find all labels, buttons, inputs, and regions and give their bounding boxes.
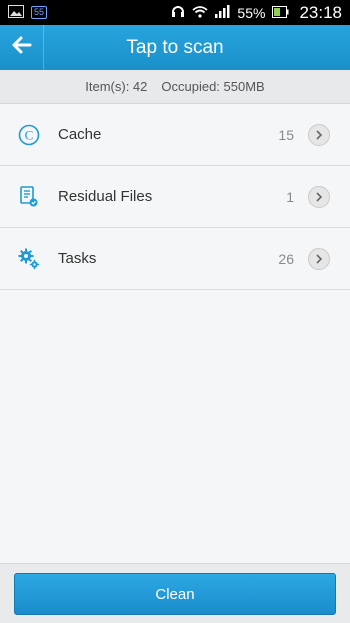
list-item-label: Residual Files (58, 188, 153, 205)
scan-category-list: C Cache 15 Residual Files 1 Tasks 26 (0, 104, 350, 290)
residual-files-icon (0, 185, 58, 209)
cache-icon: C (0, 123, 58, 147)
battery-icon (272, 5, 289, 21)
list-item-residual-files[interactable]: Residual Files 1 (0, 166, 350, 228)
back-button[interactable] (0, 25, 44, 70)
status-bar: 55 55% 23:18 (0, 0, 350, 25)
chevron-right-icon[interactable] (308, 247, 330, 270)
list-item-count: 26 (278, 250, 294, 267)
list-item-tasks[interactable]: Tasks 26 (0, 228, 350, 290)
items-count: Item(s): 42 (85, 79, 148, 94)
list-item-label: Cache (58, 126, 102, 143)
chevron-right-icon[interactable] (308, 185, 330, 208)
chevron-right-icon[interactable] (308, 123, 330, 146)
list-item-count: 15 (278, 126, 294, 143)
signal-icon (215, 4, 230, 21)
occupied-size: Occupied: 550MB (161, 79, 265, 94)
svg-text:C: C (25, 127, 34, 142)
notification-badge: 55 (31, 6, 48, 19)
list-item-cache[interactable]: C Cache 15 (0, 104, 350, 166)
wifi-icon (192, 5, 209, 21)
storage-summary: Item(s): 42 Occupied: 550MB (0, 70, 350, 104)
status-bar-left: 55 (8, 4, 48, 21)
clean-button[interactable]: Clean (14, 573, 336, 615)
page-title: Tap to scan (126, 36, 224, 58)
status-bar-right: 55% 23:18 (171, 3, 342, 23)
list-item-label: Tasks (58, 250, 97, 267)
bottom-bar: Clean (0, 563, 350, 623)
list-item-count: 1 (286, 188, 294, 205)
battery-percent: 55% (237, 4, 266, 21)
headset-icon (171, 5, 185, 21)
app-bar: Tap to scan (0, 25, 350, 70)
clock-time: 23:18 (299, 2, 342, 22)
tasks-gear-icon (0, 247, 58, 271)
back-arrow-icon (12, 36, 32, 59)
image-icon (8, 4, 24, 21)
